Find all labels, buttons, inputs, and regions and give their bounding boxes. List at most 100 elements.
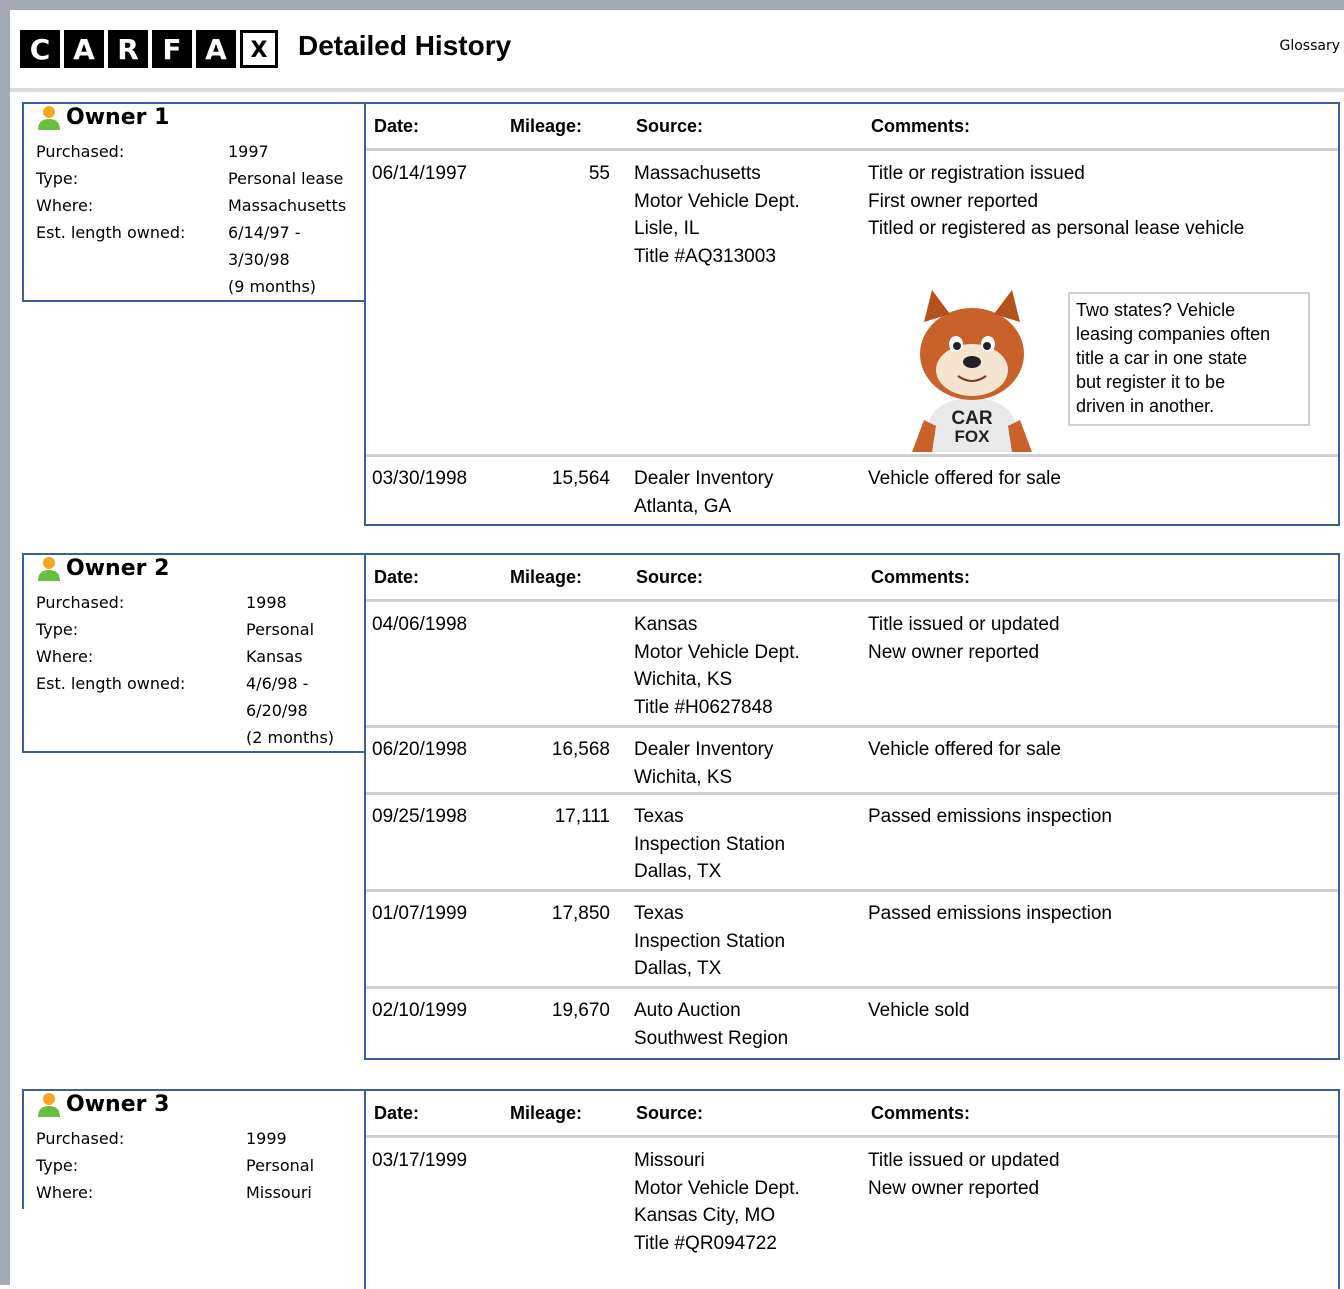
field-label: Est. length owned:	[36, 223, 186, 242]
field-value: 1999	[246, 1129, 287, 1148]
source-line: Motor Vehicle Dept.	[634, 641, 800, 663]
field-value: Personal	[246, 620, 315, 639]
column-header-comments: Comments:	[871, 567, 971, 587]
record-source: Texas Inspection Station Dallas, TX	[634, 803, 785, 886]
logo-letter: F	[152, 30, 192, 68]
field-label: Purchased:	[36, 1129, 125, 1148]
owner-heading: Owner 2	[36, 555, 169, 581]
table-header: Date: Mileage: Source: Comments:	[366, 555, 1338, 602]
comment-line: Title issued or updated	[868, 1150, 1060, 1171]
tip-line: but register it to be	[1076, 372, 1226, 392]
tip-line: title a car in one state	[1076, 348, 1248, 368]
field-value: Missouri	[246, 1183, 312, 1202]
source-line: Auto Auction	[634, 1000, 741, 1021]
table-row: 06/14/1997 55 Massachusetts Motor Vehicl…	[366, 148, 1338, 454]
field-label: Purchased:	[36, 142, 125, 161]
header-divider	[10, 88, 1344, 92]
field-label: Est. length owned:	[36, 674, 186, 693]
field-label: Where:	[36, 1183, 94, 1202]
source-line: Kansas	[634, 614, 698, 635]
table-row: 09/25/1998 17,111 Texas Inspection Stati…	[366, 792, 1338, 892]
page-title: Detailed History	[298, 30, 512, 61]
field-value: 1997	[228, 142, 269, 161]
field-label: Where:	[36, 647, 94, 666]
mascot-shirt-text: CAR	[951, 408, 992, 429]
comment-line: Vehicle offered for sale	[868, 468, 1061, 489]
source-line: Massachusetts	[634, 163, 761, 184]
comment-line: Titled or registered as personal lease v…	[868, 218, 1245, 239]
logo-letter: R	[108, 30, 148, 68]
field-value: 3/30/98	[228, 250, 290, 269]
table-header: Date: Mileage: Source: Comments:	[366, 1091, 1338, 1138]
column-header-mileage: Mileage:	[510, 116, 583, 136]
source-line: Dallas, TX	[634, 861, 722, 882]
source-line: Texas	[634, 806, 684, 827]
source-line: Atlanta, GA	[634, 495, 732, 517]
tip-line: leasing companies often	[1076, 324, 1271, 344]
field-label: Type:	[36, 1156, 79, 1175]
owner-label: Owner 1	[66, 104, 170, 130]
logo-letter: A	[196, 30, 236, 68]
source-line: Title #AQ313003	[634, 245, 776, 267]
source-line: Dallas, TX	[634, 958, 722, 979]
record-date: 03/17/1999	[372, 1150, 468, 1171]
comment-line: First owner reported	[868, 190, 1039, 212]
comment-line: Passed emissions inspection	[868, 806, 1112, 827]
history-table: Date: Mileage: Source: Comments: 06/14/1…	[364, 102, 1340, 526]
record-comments: Vehicle sold	[868, 997, 969, 1025]
column-header-date: Date:	[374, 567, 420, 587]
glossary-link[interactable]: Glossary	[1279, 38, 1340, 54]
table-row: 03/17/1999 Missouri Motor Vehicle Dept. …	[366, 1135, 1338, 1285]
owner-heading: Owner 1	[36, 104, 169, 130]
comment-line: Title issued or updated	[868, 614, 1060, 635]
field-value: (2 months)	[246, 728, 335, 747]
column-header-source: Source:	[636, 1103, 704, 1123]
record-date: 06/14/1997	[372, 163, 468, 184]
record-comments: Title or registration issued First owner…	[868, 160, 1244, 243]
person-icon	[38, 557, 60, 581]
owner-label: Owner 3	[66, 1091, 170, 1117]
field-value: Kansas	[246, 647, 303, 666]
source-line: Missouri	[634, 1150, 705, 1171]
record-mileage: 17,111	[554, 806, 610, 827]
record-date: 02/10/1999	[372, 1000, 468, 1021]
field-value: 6/14/97 -	[228, 223, 301, 242]
field-label: Type:	[36, 620, 79, 639]
source-line: Wichita, KS	[634, 766, 733, 788]
record-mileage: 15,564	[551, 468, 610, 489]
record-comments: Passed emissions inspection	[868, 803, 1112, 831]
record-source: Auto Auction Southwest Region	[634, 997, 788, 1052]
comment-line: New owner reported	[868, 1177, 1040, 1199]
source-line: Inspection Station	[634, 833, 786, 855]
report-header: C A R F A X Detailed History Glossary	[20, 24, 1340, 72]
record-date: 04/06/1998	[372, 614, 468, 635]
comment-line: Passed emissions inspection	[868, 903, 1112, 924]
source-line: Dealer Inventory	[634, 739, 774, 760]
record-mileage: 55	[588, 163, 610, 184]
column-header-source: Source:	[636, 116, 704, 136]
tip-line: driven in another.	[1076, 396, 1215, 416]
field-value: 6/20/98	[246, 701, 308, 720]
history-table: Date: Mileage: Source: Comments: 03/17/1…	[364, 1089, 1340, 1289]
person-icon	[38, 1093, 60, 1117]
person-icon	[38, 106, 60, 130]
source-line: Dealer Inventory	[634, 468, 774, 489]
column-header-comments: Comments:	[871, 116, 971, 136]
comment-line: Vehicle sold	[868, 1000, 970, 1021]
source-line: Kansas City, MO	[634, 1205, 776, 1226]
field-value: 1998	[246, 593, 287, 612]
record-comments: Passed emissions inspection	[868, 900, 1112, 928]
table-row: 04/06/1998 Kansas Motor Vehicle Dept. Wi…	[366, 599, 1338, 725]
record-source: Dealer Inventory Atlanta, GA	[634, 465, 773, 520]
record-date: 09/25/1998	[372, 806, 468, 827]
record-mileage: 17,850	[551, 903, 610, 924]
field-value: Massachusetts	[228, 196, 347, 215]
tip-line: Two states? Vehicle	[1076, 300, 1236, 320]
owner-card: Owner 1 Purchased: 1997 Type: Personal l…	[22, 102, 364, 302]
field-value: Personal lease	[228, 169, 344, 188]
logo-letter: X	[240, 30, 278, 68]
column-header-comments: Comments:	[871, 1103, 971, 1123]
table-row: 06/20/1998 16,568 Dealer Inventory Wichi…	[366, 725, 1338, 795]
record-date: 01/07/1999	[372, 903, 468, 924]
tip-box: Two states? Vehicle leasing companies of…	[1068, 292, 1310, 426]
